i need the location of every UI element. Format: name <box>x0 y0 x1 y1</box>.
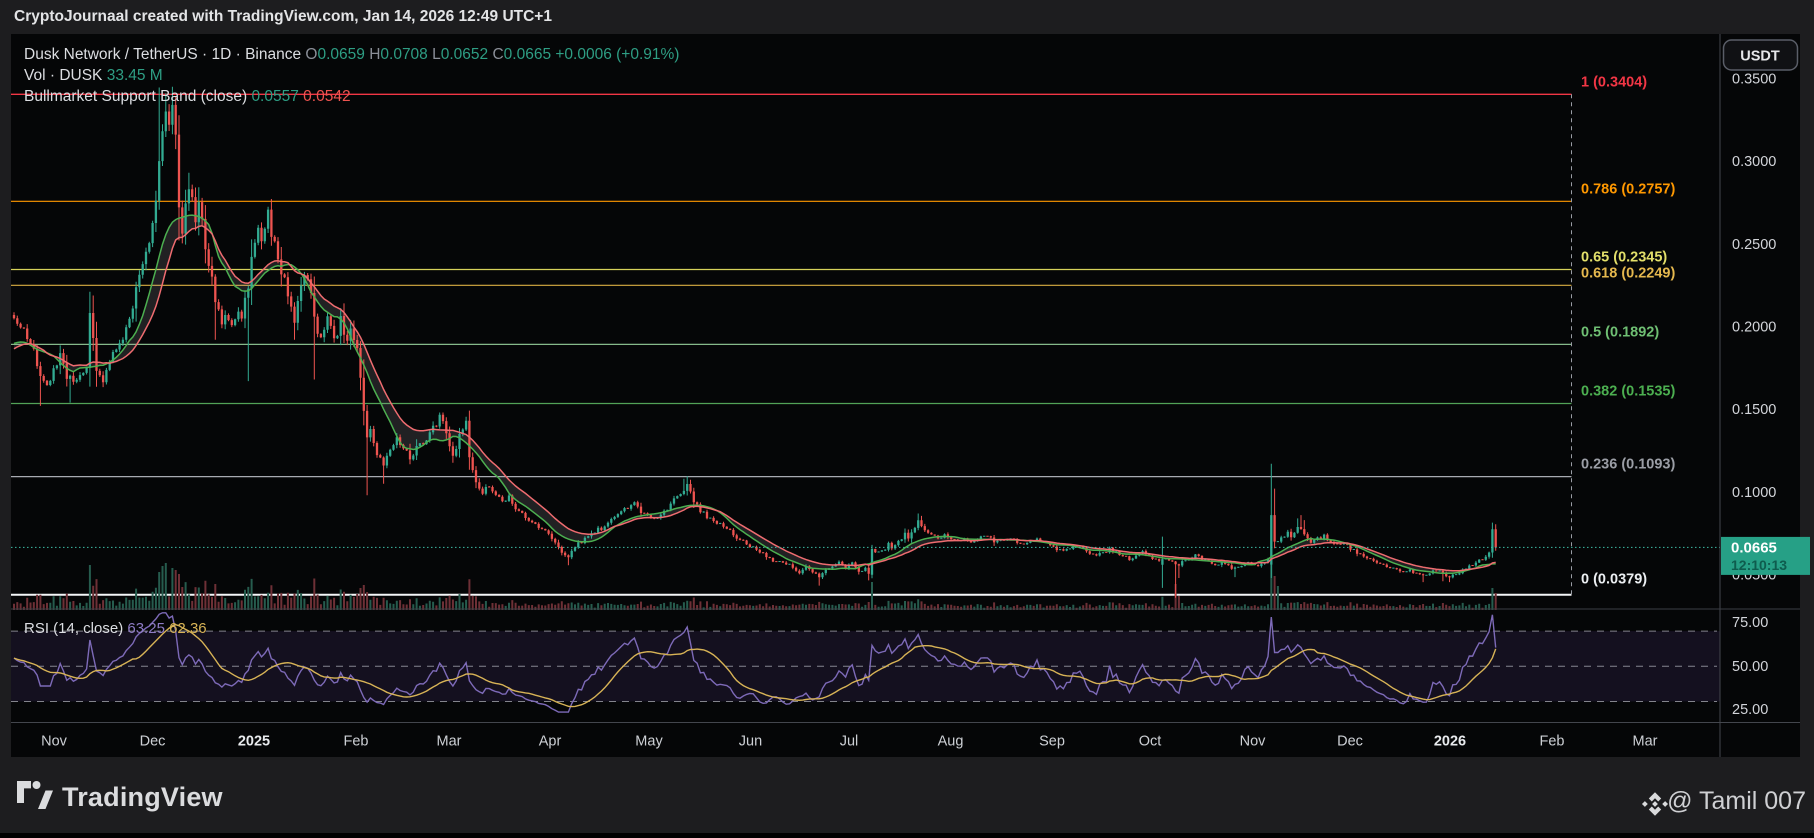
svg-text:Jul: Jul <box>840 734 859 750</box>
svg-text:0.0665: 0.0665 <box>1731 539 1777 556</box>
svg-text:0.3000: 0.3000 <box>1732 154 1776 170</box>
svg-text:0.786 (0.2757): 0.786 (0.2757) <box>1581 181 1675 197</box>
svg-text:Vol · DUSK 33.45 M: Vol · DUSK 33.45 M <box>24 67 163 84</box>
svg-text:Feb: Feb <box>1540 734 1565 750</box>
svg-text:Mar: Mar <box>1633 734 1658 750</box>
svg-text:Mar: Mar <box>437 734 462 750</box>
svg-text:Sep: Sep <box>1039 734 1065 750</box>
svg-text:0.2000: 0.2000 <box>1732 320 1776 336</box>
svg-text:0.382 (0.1535): 0.382 (0.1535) <box>1581 384 1675 400</box>
svg-text:May: May <box>635 734 663 750</box>
svg-text:0.1000: 0.1000 <box>1732 485 1776 501</box>
svg-text:Apr: Apr <box>539 734 562 750</box>
svg-text:25.00: 25.00 <box>1732 702 1768 718</box>
svg-text:2025: 2025 <box>238 734 270 750</box>
svg-text:75.00: 75.00 <box>1732 615 1768 631</box>
svg-text:USDT: USDT <box>1740 49 1780 65</box>
svg-text:Dec: Dec <box>1337 734 1363 750</box>
svg-text:0.65 (0.2345): 0.65 (0.2345) <box>1581 250 1667 266</box>
svg-text:12:10:13: 12:10:13 <box>1731 557 1787 573</box>
svg-text:Dec: Dec <box>140 734 166 750</box>
svg-text:Jun: Jun <box>739 734 762 750</box>
svg-text:Nov: Nov <box>41 734 68 750</box>
svg-text:0.3500: 0.3500 <box>1732 71 1776 87</box>
svg-text:Oct: Oct <box>1139 734 1162 750</box>
svg-text:1 (0.3404): 1 (0.3404) <box>1581 74 1647 90</box>
svg-text:0.2500: 0.2500 <box>1732 237 1776 253</box>
svg-text:Aug: Aug <box>938 734 964 750</box>
svg-text:Nov: Nov <box>1240 734 1267 750</box>
svg-text:0.1500: 0.1500 <box>1732 402 1776 418</box>
svg-text:Bullmarket Support Band (close: Bullmarket Support Band (close) 0.0557 0… <box>24 88 351 105</box>
svg-text:Dusk Network / TetherUS · 1D ·: Dusk Network / TetherUS · 1D · Binance O… <box>24 46 679 63</box>
svg-text:50.00: 50.00 <box>1732 659 1768 675</box>
svg-text:Feb: Feb <box>344 734 369 750</box>
svg-text:2026: 2026 <box>1434 734 1466 750</box>
svg-text:0.618 (0.2249): 0.618 (0.2249) <box>1581 265 1675 281</box>
svg-text:0.236 (0.1093): 0.236 (0.1093) <box>1581 457 1675 473</box>
svg-text:0 (0.0379): 0 (0.0379) <box>1581 572 1647 588</box>
svg-text:0.5 (0.1892): 0.5 (0.1892) <box>1581 324 1659 340</box>
svg-text:RSI (14, close) 63.25 62.36: RSI (14, close) 63.25 62.36 <box>24 620 207 637</box>
